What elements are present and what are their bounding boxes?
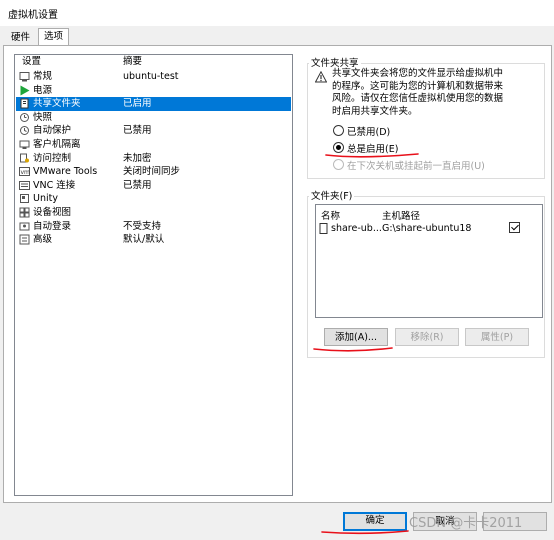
snapshot-icon (20, 112, 29, 122)
list-item-shared-folders[interactable]: 共享文件夹 已启用 (16, 97, 291, 111)
until-poweroff-radio (333, 159, 344, 170)
list-item-name: 设备视图 (33, 207, 72, 218)
list-item-autologin[interactable]: 自动登录 不受支持 (16, 220, 291, 234)
general-icon (19, 72, 30, 82)
list-item-autoprotect[interactable]: 自动保护 已禁用 (16, 124, 291, 138)
list-item-name: 电源 (33, 84, 53, 96)
list-item-unity[interactable]: Unity (16, 192, 291, 206)
list-item-name: VNC 连接 (33, 179, 76, 191)
list-item-name: 自动保护 (33, 125, 72, 137)
remove-folder-button: 移除(R) (395, 328, 459, 346)
folder-enabled-checkbox[interactable] (509, 222, 520, 233)
access-control-icon (20, 153, 29, 163)
list-item-summary: 已禁用 (123, 179, 152, 191)
list-item-name: 高级 (33, 234, 53, 246)
list-item-summary: ubuntu-test (123, 71, 179, 82)
list-item-snapshot[interactable]: 快照 (16, 111, 291, 125)
list-item-summary: 默认/默认 (123, 234, 165, 246)
sharing-warning-text: 共享文件夹会将您的文件显示给虚拟机中的程序。这可能为您的计算机和数据带来风险。请… (332, 68, 504, 117)
list-item-vmware-tools[interactable]: vm VMware Tools 关闭时间同步 (16, 165, 291, 179)
ok-button[interactable]: 确定 (343, 512, 407, 531)
folder-properties-button: 属性(P) (465, 328, 529, 346)
list-item-name: 常规 (33, 71, 53, 82)
list-item-access-control[interactable]: 访问控制 未加密 (16, 152, 291, 166)
list-item-summary: 关闭时间同步 (123, 166, 181, 178)
unity-icon (20, 194, 29, 204)
tab-hardware[interactable]: 硬件 (6, 30, 35, 46)
list-item-summary: 已禁用 (123, 125, 152, 137)
svg-text:vm: vm (21, 169, 31, 176)
folder-path-cell: G:\share-ubuntu18 (382, 223, 472, 234)
add-folder-button[interactable]: 添加(A)... (324, 328, 388, 346)
until-poweroff-radio-label: 在下次关机或挂起前一直启用(U) (347, 161, 485, 172)
disabled-radio-label[interactable]: 已禁用(D) (347, 124, 390, 138)
watermark: CSDN @卡卡2011 (409, 516, 523, 531)
settings-list[interactable]: 设置 摘要 常规 ubuntu-test 电源 共享文件夹 已启用 快照 自动保… (14, 54, 293, 496)
always-enabled-radio-label[interactable]: 总是启用(E) (347, 141, 398, 155)
column-header-host-path[interactable]: 主机路径 (382, 208, 420, 222)
list-item-name: 共享文件夹 (33, 98, 81, 110)
list-item-power[interactable]: 电源 (16, 84, 291, 98)
title-bar: 虚拟机设置 (0, 0, 554, 26)
list-header-setting: 设置 (22, 56, 42, 67)
table-row[interactable]: share-ub... G:\share-ubuntu18 (317, 222, 541, 236)
list-item-isolation[interactable]: 客户机隔离 (16, 138, 291, 152)
file-icon (319, 223, 328, 234)
list-item-device-view[interactable]: 设备视图 (16, 206, 291, 220)
advanced-icon (19, 234, 30, 245)
list-item-general[interactable]: 常规 ubuntu-test (16, 70, 291, 84)
list-item-vnc[interactable]: VNC 连接 已禁用 (16, 179, 291, 193)
list-item-summary: 已启用 (123, 98, 152, 110)
shared-folder-icon (20, 98, 29, 109)
autoprotect-icon (20, 126, 29, 136)
device-view-icon (19, 207, 30, 218)
vmware-tools-icon: vm (19, 167, 31, 177)
list-item-name: 快照 (33, 111, 53, 123)
list-item-name: 自动登录 (33, 220, 72, 232)
list-item-name: Unity (33, 193, 58, 205)
window-title: 虚拟机设置 (8, 10, 58, 21)
folders-group-title: 文件夹(F) (309, 188, 355, 202)
tab-strip: 硬件 选项 (0, 26, 554, 47)
warning-icon (315, 71, 327, 83)
column-header-name[interactable]: 名称 (321, 208, 340, 222)
power-icon (20, 85, 30, 96)
list-item-name: 客户机隔离 (33, 139, 81, 150)
list-item-advanced[interactable]: 高级 默认/默认 (16, 233, 291, 247)
list-header-summary: 摘要 (123, 56, 143, 67)
list-item-name: 访问控制 (33, 152, 72, 164)
list-item-name: VMware Tools (33, 166, 98, 178)
disabled-radio[interactable] (333, 125, 344, 136)
list-item-summary: 不受支持 (123, 220, 162, 232)
isolation-icon (19, 140, 30, 149)
list-item-summary: 未加密 (123, 152, 152, 164)
folder-name-cell: share-ub... (331, 223, 382, 234)
vnc-icon (19, 180, 30, 190)
folder-sharing-group-title: 文件夹共享 (309, 55, 361, 69)
autologin-icon (19, 222, 30, 231)
always-enabled-radio[interactable] (333, 142, 344, 153)
